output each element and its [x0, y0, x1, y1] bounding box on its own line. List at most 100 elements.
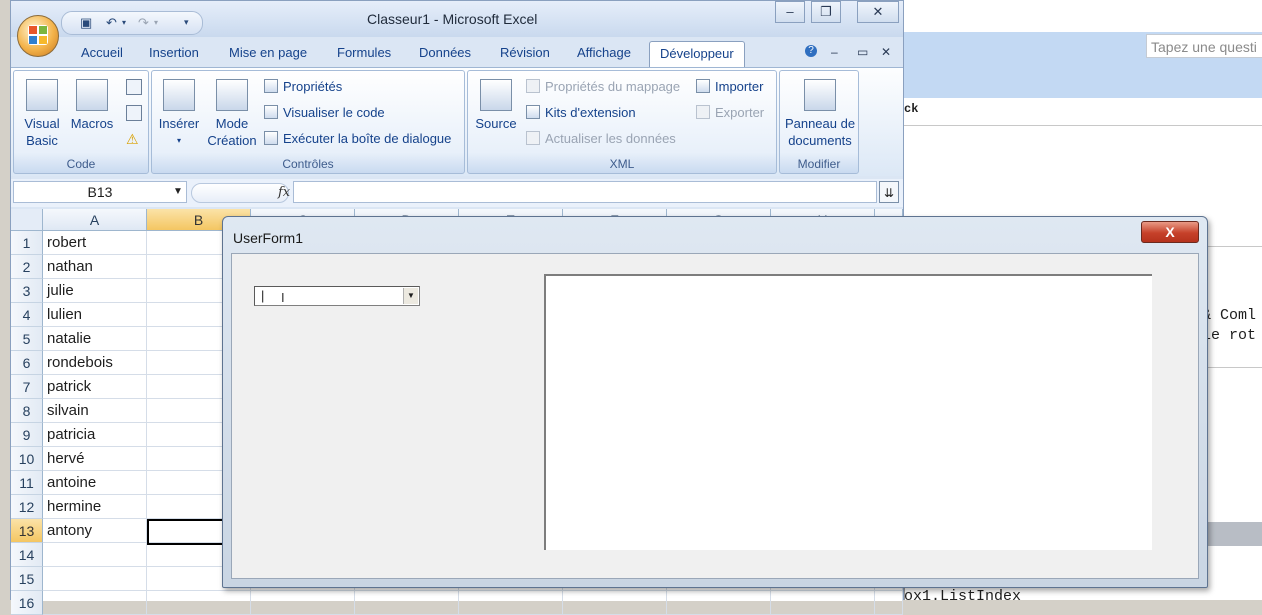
- redo-icon[interactable]: ↷: [138, 15, 149, 31]
- customize-qat-icon[interactable]: ▾: [184, 17, 189, 28]
- record-macro-icon[interactable]: [126, 79, 142, 95]
- userform-close-button[interactable]: X: [1141, 221, 1199, 243]
- row-header[interactable]: 13: [11, 519, 43, 543]
- userform1-dialog: UserForm1 X | I ▼: [222, 216, 1208, 588]
- importer-button[interactable]: Importer: [696, 79, 763, 94]
- cell-a[interactable]: patricia: [43, 423, 147, 447]
- tab-insertion[interactable]: Insertion: [149, 45, 199, 60]
- cell[interactable]: [459, 591, 563, 615]
- source-button[interactable]: Source: [472, 79, 520, 132]
- kits-extension-button[interactable]: Kits d'extension: [526, 105, 636, 120]
- redo-dropdown-icon[interactable]: ▾: [154, 18, 158, 27]
- macros-button[interactable]: Macros: [68, 79, 116, 132]
- tab-revision[interactable]: Révision: [500, 45, 550, 60]
- office-button[interactable]: [17, 15, 59, 57]
- visualiser-code-button[interactable]: Visualiser le code: [264, 105, 385, 120]
- tab-mise-en-page[interactable]: Mise en page: [229, 45, 307, 60]
- cell-a[interactable]: antoine: [43, 471, 147, 495]
- cell[interactable]: [147, 591, 251, 615]
- cell-a[interactable]: natalie: [43, 327, 147, 351]
- relative-reference-icon[interactable]: [126, 105, 142, 121]
- combobox-dropdown-icon[interactable]: ▼: [403, 288, 418, 304]
- name-box[interactable]: B13: [13, 181, 187, 203]
- row-header[interactable]: 6: [11, 351, 43, 375]
- cell[interactable]: [563, 591, 667, 615]
- executer-dialogue-label: Exécuter la boîte de dialogue: [283, 131, 452, 146]
- cell[interactable]: [355, 591, 459, 615]
- close-button[interactable]: ✕: [857, 1, 899, 23]
- exporter-button[interactable]: Exporter: [696, 105, 764, 120]
- cell-a[interactable]: [43, 543, 147, 567]
- listbox[interactable]: [544, 274, 1152, 550]
- expand-formula-bar-icon[interactable]: ⇊: [879, 181, 899, 203]
- tab-donnees[interactable]: Données: [419, 45, 471, 60]
- row-header[interactable]: 2: [11, 255, 43, 279]
- panneau-documents-button[interactable]: Panneau de documents: [782, 79, 858, 149]
- name-box-dropdown-icon[interactable]: ▼: [173, 181, 183, 203]
- cell-a[interactable]: hermine: [43, 495, 147, 519]
- row-header[interactable]: 8: [11, 399, 43, 423]
- macro-security-icon[interactable]: ⚠: [126, 131, 139, 148]
- cell-a[interactable]: lulien: [43, 303, 147, 327]
- cell[interactable]: [771, 591, 875, 615]
- tab-formules[interactable]: Formules: [337, 45, 391, 60]
- mode-creation-label: Mode Création: [207, 116, 257, 148]
- inserer-button[interactable]: Insérer ▾: [156, 79, 202, 149]
- group-controles: Insérer ▾ Mode Création Propriétés Visua…: [151, 70, 465, 174]
- formula-input[interactable]: [293, 181, 877, 203]
- combobox-value: |: [261, 288, 265, 303]
- cell-a[interactable]: julie: [43, 279, 147, 303]
- combobox[interactable]: | I ▼: [254, 286, 420, 306]
- code-lines: & Coml le rot: [1202, 306, 1256, 346]
- tab-accueil[interactable]: Accueil: [81, 45, 123, 60]
- help-search-input[interactable]: Tapez une questi: [1146, 34, 1262, 58]
- row-header[interactable]: 3: [11, 279, 43, 303]
- row-header[interactable]: 12: [11, 495, 43, 519]
- row-header[interactable]: 5: [11, 327, 43, 351]
- ribbon-close-icon[interactable]: ✕: [881, 45, 891, 59]
- ribbon-minimize-icon[interactable]: –: [831, 45, 838, 59]
- undo-dropdown-icon[interactable]: ▾: [122, 18, 126, 27]
- cell-a[interactable]: patrick: [43, 375, 147, 399]
- mode-creation-button[interactable]: Mode Création: [206, 79, 258, 149]
- row-header[interactable]: 10: [11, 447, 43, 471]
- proprietes-mappage-button[interactable]: Propriétés du mappage: [526, 79, 680, 94]
- row-header[interactable]: 4: [11, 303, 43, 327]
- cell-a[interactable]: rondebois: [43, 351, 147, 375]
- cell-a[interactable]: hervé: [43, 447, 147, 471]
- userform-title: UserForm1: [233, 230, 304, 246]
- row-header[interactable]: 11: [11, 471, 43, 495]
- executer-dialogue-button[interactable]: Exécuter la boîte de dialogue: [264, 131, 451, 146]
- proprietes-button[interactable]: Propriétés: [264, 79, 342, 94]
- row-header[interactable]: 15: [11, 567, 43, 591]
- visual-basic-button[interactable]: Visual Basic: [22, 79, 62, 149]
- minimize-button[interactable]: –: [775, 1, 805, 23]
- cell-a[interactable]: nathan: [43, 255, 147, 279]
- source-label: Source: [475, 116, 517, 131]
- row-header[interactable]: 7: [11, 375, 43, 399]
- cell-a[interactable]: antony: [43, 519, 147, 543]
- tab-developpeur[interactable]: Développeur: [649, 41, 745, 67]
- actualiser-donnees-button[interactable]: Actualiser les données: [526, 131, 676, 146]
- inserer-dropdown-icon: ▾: [176, 136, 181, 145]
- row-header[interactable]: 9: [11, 423, 43, 447]
- row-header[interactable]: 1: [11, 231, 43, 255]
- row-header[interactable]: 14: [11, 543, 43, 567]
- cell-a[interactable]: robert: [43, 231, 147, 255]
- row-header[interactable]: 16: [11, 591, 43, 615]
- help-icon[interactable]: ?: [805, 45, 817, 57]
- cell[interactable]: [875, 591, 903, 615]
- restore-button[interactable]: ❐: [811, 1, 841, 23]
- ribbon-restore-icon[interactable]: ▭: [857, 45, 868, 59]
- cell[interactable]: [667, 591, 771, 615]
- tab-affichage[interactable]: Affichage: [577, 45, 631, 60]
- cell-a[interactable]: [43, 591, 147, 615]
- map-properties-icon: [526, 79, 540, 93]
- cell-a[interactable]: silvain: [43, 399, 147, 423]
- cell[interactable]: [251, 591, 355, 615]
- undo-icon[interactable]: ↶: [106, 15, 117, 31]
- save-icon[interactable]: ▣: [80, 15, 92, 31]
- group-xml: Source Propriétés du mappage Kits d'exte…: [467, 70, 777, 174]
- cell-a[interactable]: [43, 567, 147, 591]
- insert-function-icon[interactable]: fx: [278, 185, 290, 200]
